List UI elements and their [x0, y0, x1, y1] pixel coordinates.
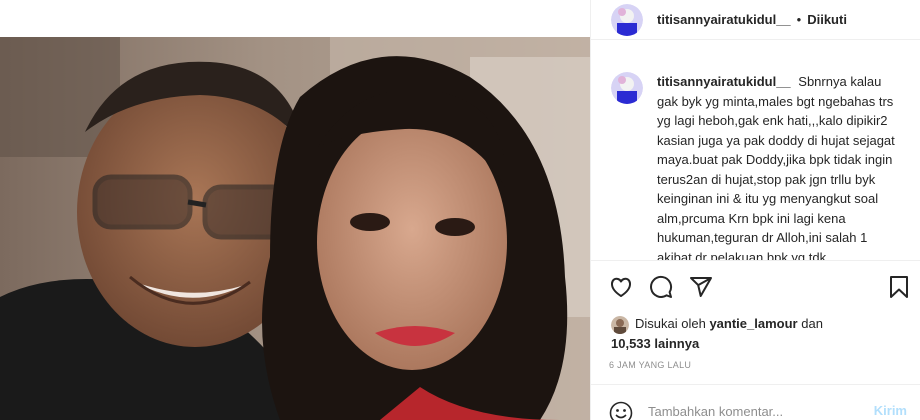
caption-username[interactable]: titisannyairatukidul__ — [657, 74, 791, 89]
caption-text: Sbnrnya kalau gak byk yg minta,males bgt… — [657, 74, 895, 260]
separator-dot: • — [796, 12, 802, 27]
avatar-image — [611, 3, 643, 36]
comment-icon[interactable] — [649, 275, 673, 299]
likes-count[interactable]: 10,533 lainnya — [611, 336, 699, 351]
action-bar — [591, 260, 920, 312]
post-header: titisannyairatukidul__ • Diikuti — [591, 0, 920, 40]
emoji-icon[interactable] — [609, 401, 633, 420]
likes-summary: Disukai oleh yantie_lamour dan 10,533 la… — [611, 314, 911, 354]
comments-section: titisannyairatukidul__ Sbnrnya kalau gak… — [591, 60, 920, 260]
author-avatar[interactable] — [611, 3, 643, 36]
share-icon[interactable] — [689, 275, 713, 299]
comment-input[interactable] — [648, 401, 848, 420]
bookmark-icon[interactable] — [887, 275, 911, 299]
caption-author-avatar[interactable] — [611, 72, 643, 104]
post-timestamp[interactable]: 6 JAM YANG LALU — [609, 360, 691, 370]
follow-status-button[interactable]: Diikuti — [807, 12, 847, 27]
post-photo-image — [0, 37, 590, 420]
post-comment-button[interactable]: Kirim — [874, 403, 907, 418]
liker-avatar[interactable] — [611, 315, 629, 334]
likes-prefix: Disukai oleh — [635, 316, 706, 331]
post-photo[interactable] — [0, 37, 590, 420]
post-caption: titisannyairatukidul__ Sbnrnya kalau gak… — [657, 72, 905, 260]
likes-connector: dan — [801, 316, 823, 331]
heart-icon[interactable] — [609, 275, 633, 299]
post-media — [0, 0, 590, 420]
author-username[interactable]: titisannyairatukidul__ — [657, 12, 791, 27]
post-sidebar: titisannyairatukidul__ • Diikuti titisan… — [590, 0, 920, 420]
avatar-image — [611, 72, 643, 104]
comment-box: Kirim — [591, 384, 920, 420]
liker-username[interactable]: yantie_lamour — [709, 316, 797, 331]
